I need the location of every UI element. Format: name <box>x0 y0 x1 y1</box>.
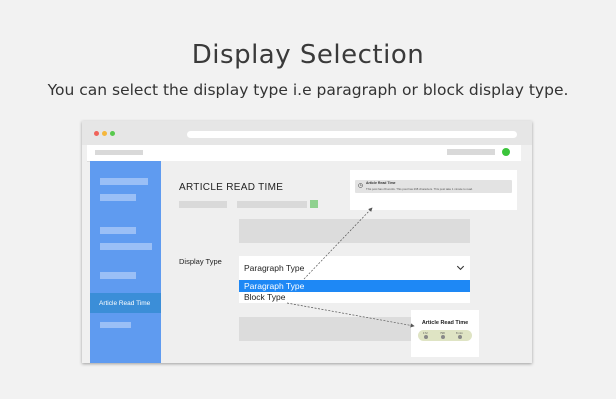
arrow-to-paragraph-preview <box>303 207 373 280</box>
connector-arrows <box>286 207 415 328</box>
page-heading: Display Selection <box>191 40 425 70</box>
arrow-to-block-preview <box>286 302 415 328</box>
browser-window: Article Read Time ARTICLE READ TIME Disp… <box>82 121 532 363</box>
page-subheading: You can select the display type i.e para… <box>47 81 569 99</box>
